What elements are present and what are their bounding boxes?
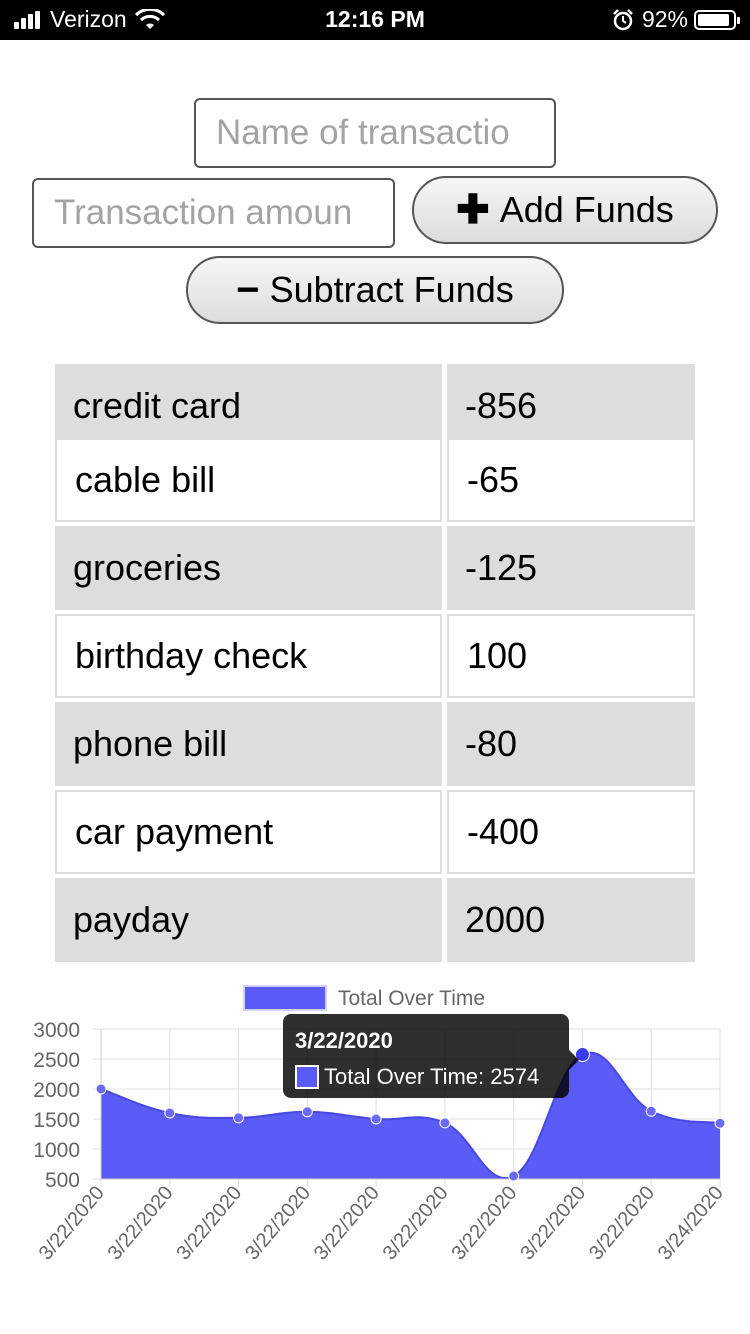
table-row: payday 2000: [55, 878, 695, 962]
x-tick-label: 3/22/2020: [379, 1182, 453, 1264]
data-point: [714, 1117, 726, 1129]
battery-icon: [694, 9, 740, 30]
transaction-name-cell: birthday check: [55, 614, 442, 698]
y-tick-label: 1000: [33, 1139, 80, 1162]
y-tick-label: 1500: [33, 1109, 80, 1132]
transaction-name-cell: credit card: [55, 364, 442, 448]
transaction-amount-cell: -65: [447, 438, 695, 522]
tooltip-body: Total Over Time: 2574: [295, 1064, 539, 1090]
table-row: groceries -125: [55, 526, 695, 610]
x-tick-label: 3/22/2020: [241, 1182, 315, 1264]
table-row: birthday check 100: [55, 614, 695, 698]
tooltip-label: Total Over Time: 2574: [324, 1064, 540, 1089]
status-right: 92%: [612, 6, 740, 33]
data-point: [164, 1107, 176, 1119]
data-point: [370, 1113, 382, 1125]
subtract-funds-button[interactable]: − Subtract Funds: [186, 256, 564, 324]
y-tick-label: 3000: [33, 1019, 80, 1042]
x-tick-label: 3/22/2020: [447, 1182, 521, 1264]
x-tick-label: 3/22/2020: [104, 1182, 178, 1264]
transaction-name-cell: cable bill: [55, 438, 442, 522]
x-tick-label: 3/22/2020: [35, 1182, 109, 1264]
transaction-amount-cell: -856: [447, 364, 695, 448]
transaction-amount-cell: -80: [447, 702, 695, 786]
data-point: [95, 1083, 107, 1095]
y-tick-label: 2000: [33, 1079, 80, 1102]
legend-swatch: [243, 985, 327, 1011]
table-row: car payment -400: [55, 790, 695, 874]
table-row: credit card -856: [55, 364, 695, 448]
tooltip-title: 3/22/2020: [295, 1028, 393, 1053]
x-tick-label: 3/22/2020: [516, 1182, 590, 1264]
add-funds-button[interactable]: ✚ Add Funds: [412, 176, 718, 244]
y-tick-label: 500: [45, 1169, 80, 1192]
data-point: [301, 1106, 313, 1118]
x-tick-label: 3/24/2020: [654, 1182, 728, 1264]
transaction-name-input[interactable]: [194, 98, 556, 168]
battery-percent: 92%: [641, 6, 688, 32]
transaction-name-cell: car payment: [55, 790, 442, 874]
tooltip-caret: [569, 1050, 579, 1070]
x-tick-label: 3/22/2020: [172, 1182, 246, 1264]
data-point: [233, 1112, 245, 1124]
data-point: [439, 1117, 451, 1129]
status-bar: Verizon 12:16 PM 92%: [0, 0, 750, 40]
alarm-icon: [613, 8, 633, 30]
chart-tooltip: 3/22/2020 Total Over Time: 2574: [283, 1014, 579, 1098]
transaction-amount-input[interactable]: [32, 178, 395, 248]
transaction-name-cell: payday: [55, 878, 442, 962]
transaction-amount-cell: 100: [447, 614, 695, 698]
tooltip-swatch: [295, 1065, 319, 1089]
y-tick-label: 2500: [33, 1049, 80, 1072]
minus-icon: −: [236, 268, 260, 312]
subtract-funds-label: Subtract Funds: [269, 269, 514, 310]
x-tick-label: 3/22/2020: [310, 1182, 384, 1264]
legend-label: Total Over Time: [338, 987, 485, 1010]
transaction-amount-cell: -125: [447, 526, 695, 610]
transaction-amount-cell: 2000: [447, 878, 695, 962]
table-row: phone bill -80: [55, 702, 695, 786]
transaction-name-cell: phone bill: [55, 702, 442, 786]
add-funds-label: Add Funds: [499, 189, 674, 230]
plus-icon: ✚: [456, 188, 490, 232]
x-tick-label: 3/22/2020: [585, 1182, 659, 1264]
transaction-name-cell: groceries: [55, 526, 442, 610]
data-point: [508, 1170, 520, 1182]
table-row: cable bill -65: [55, 438, 695, 522]
transaction-amount-cell: -400: [447, 790, 695, 874]
data-point: [645, 1105, 657, 1117]
